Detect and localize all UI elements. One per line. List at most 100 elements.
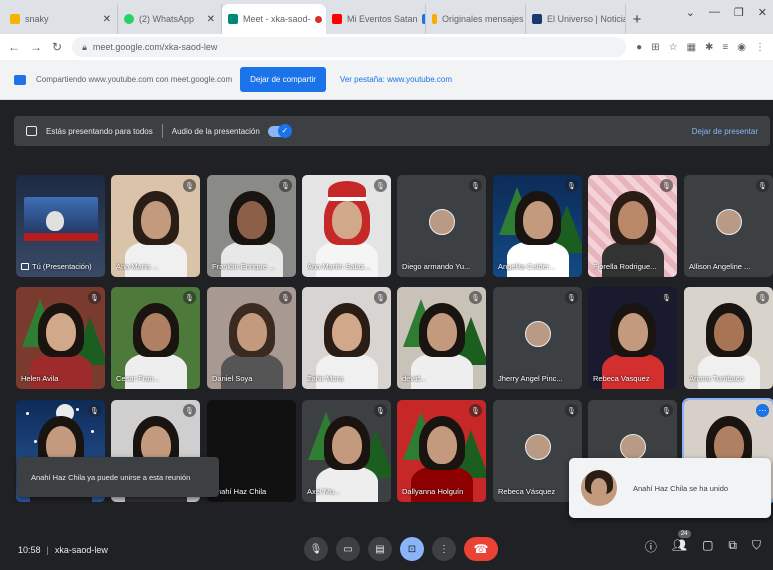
participant-tile[interactable]: 🎙︎ Axel Mu... [302,400,391,502]
view-tab-link[interactable]: Ver pestaña: www.youtube.com [340,75,452,84]
participant-name: Anahí Haz Chila [212,487,267,496]
menu-dots-icon[interactable]: ⋮ [755,42,765,53]
tab-title: Meet - xka-saod- [243,14,311,24]
stop-presenting-button[interactable]: Dejar de presentar [692,127,758,136]
participant-tile[interactable]: 🎙︎ Ana Maria ... [111,175,200,277]
browser-tab-bar: snaky ✕ (2) WhatsApp ✕ Meet - xka-saod- … [0,0,773,34]
tab-favicon-icon [10,14,20,24]
participant-name: Diego armando Yu... [402,262,471,271]
close-window-icon[interactable]: ✕ [758,6,767,19]
mic-off-icon: 🎙︎ [374,404,387,417]
participant-tile[interactable]: 🎙︎ Ariana Tumbaco [684,287,773,389]
screen-share-icon [14,74,26,85]
mic-off-icon: 🎙︎ [565,404,578,417]
tab-title: Originales mensajes [442,14,524,24]
chat-icon[interactable]: ▢ [702,538,713,555]
minimize-icon[interactable]: — [709,6,720,19]
close-tab-icon[interactable]: ✕ [203,14,215,25]
mic-off-icon: 🎙︎ [565,291,578,304]
participant-tile[interactable]: Anahí Haz Chila [207,400,296,502]
back-icon[interactable]: ← [8,40,20,54]
captions-button[interactable]: ▤ [368,537,392,561]
window-controls: ⌄ — ❐ ✕ [686,6,767,19]
avatar [428,209,455,235]
participant-name: Jherry Angel Pinc... [498,374,563,383]
host-controls-icon[interactable]: ⛉ [752,538,761,555]
participant-tile[interactable]: 🎙︎ Allison Angeline ... [684,175,773,277]
participant-tile[interactable]: 🎙︎ Helen Avila [16,287,105,389]
meet-icon [228,14,238,24]
sharing-text: Compartiendo www.youtube.com con meet.go… [36,75,233,84]
participant-name: Axel Mu... [307,487,341,496]
toolbar-icons: ● ⊞ ☆ ▦ ✱ ≡ ◉ ⋮ [636,42,765,53]
mic-off-icon: 🎙︎ [88,404,101,417]
participant-tile[interactable]: Tú (Presentación) [16,175,105,277]
forward-icon[interactable]: → [30,40,42,54]
restore-icon[interactable]: ❐ [734,6,744,19]
mic-off-icon: 🎙︎ [660,404,673,417]
tab-title: El Universo | Noticias [547,14,626,24]
record-icon[interactable]: ● [636,42,642,53]
participant-tile[interactable]: 🎙︎ devid... [397,287,486,389]
browser-tab[interactable]: El Universo | Noticias ✕ [526,4,626,34]
install-icon[interactable]: ⊞ [651,42,659,53]
presentation-audio-toggle[interactable] [267,123,292,138]
mic-off-icon: 🎙︎ [756,179,769,192]
participant-tile[interactable]: 🎙︎ Cesar Fran... [111,287,200,389]
people-button[interactable]: 24 👥︎ [672,530,691,555]
url-field[interactable]: 🔒︎ meet.google.com/xka-saod-lew [72,37,627,57]
browser-tab-active[interactable]: Meet - xka-saod- ✕ [222,4,326,34]
stop-sharing-button[interactable]: Dejar de compartir [240,67,326,92]
participant-tile[interactable]: 🎙︎ Rebeca Vasquez [588,287,677,389]
participant-tile[interactable]: 🎙︎ Ana Martin Salaz... [302,175,391,277]
more-vert-icon[interactable]: ⋯ [756,404,769,417]
extension-icon[interactable]: ▦ [687,42,696,53]
presentation-audio-label: Audio de la presentación [171,126,260,136]
new-tab-button[interactable]: + [626,4,648,34]
lock-icon: 🔒︎ [82,41,87,52]
participant-tile[interactable]: 🎙︎ Jherry Angel Pinc... [493,287,582,389]
present-screen-icon [21,263,29,270]
browser-tab[interactable]: (2) WhatsApp ✕ [118,4,222,34]
participant-tile[interactable]: 🎙︎ Dallyanna Holguín [397,400,486,502]
participant-name: Fiorella Rodrigue... [593,262,657,271]
leave-call-button[interactable]: ☎︎ [464,537,498,561]
reload-icon[interactable]: ↻ [52,40,62,54]
side-panel-controls: ⓘ 24 👥︎ ▢ ⧉ ⛉ [645,530,761,555]
address-bar: ← → ↻ 🔒︎ meet.google.com/xka-saod-lew ● … [0,34,773,60]
present-now-button[interactable]: ⊡ [400,537,424,561]
participant-tile[interactable]: 🎙︎ Angelita Calder... [493,175,582,277]
puzzle-icon[interactable]: ✱ [705,42,713,53]
participant-name: Ana Maria ... [116,262,159,271]
participant-tile[interactable]: 🎙︎ Diego armando Yu... [397,175,486,277]
tab-search-icon[interactable]: ⌄ [686,6,695,19]
browser-tab[interactable]: Originales mensajes ✕ [426,4,526,34]
participant-tile[interactable]: 🎙︎ Daniel Soya [207,287,296,389]
participant-tile[interactable]: 🎙︎ Zahir Mora [302,287,391,389]
mic-off-icon: 🎙︎ [374,291,387,304]
browser-tab[interactable]: snaky ✕ [4,4,118,34]
separator: | [46,545,49,555]
presenting-bar: Estás presentando para todos Audio de la… [14,116,770,146]
reading-list-icon[interactable]: ≡ [722,42,728,53]
more-options-button[interactable]: ⋮ [432,537,456,561]
bookmark-star-icon[interactable]: ☆ [669,42,678,53]
join-notification-text: Anahí Haz Chila ya puede unirse a esta r… [31,472,191,482]
browser-tab[interactable]: Mi Eventos Satan ✕ [326,4,426,34]
activities-icon[interactable]: ⧉ [728,538,737,555]
participant-tile[interactable]: 🎙︎ Fiorella Rodrigue... [588,175,677,277]
participant-name: Zahir Mora [307,374,344,383]
participant-name: Franklin Enrique ... [212,262,275,271]
tab-sharing-bar: Compartiendo www.youtube.com con meet.go… [0,60,773,100]
info-icon[interactable]: ⓘ [645,538,657,555]
microphone-button[interactable]: 🎙︎ [304,537,328,561]
mic-icon: 🎙︎ [309,543,323,555]
meeting-info: 10:58 | xka-saod-lew [18,545,108,555]
participant-name: Daniel Soya [212,374,253,383]
camera-button[interactable]: ▭ [336,537,360,561]
close-tab-icon[interactable]: ✕ [99,14,111,25]
mic-off-icon: 🎙︎ [374,179,387,192]
profile-avatar-icon[interactable]: ◉ [737,42,746,53]
url-text: meet.google.com/xka-saod-lew [92,42,218,52]
participant-tile[interactable]: 🎙︎ Franklin Enrique ... [207,175,296,277]
